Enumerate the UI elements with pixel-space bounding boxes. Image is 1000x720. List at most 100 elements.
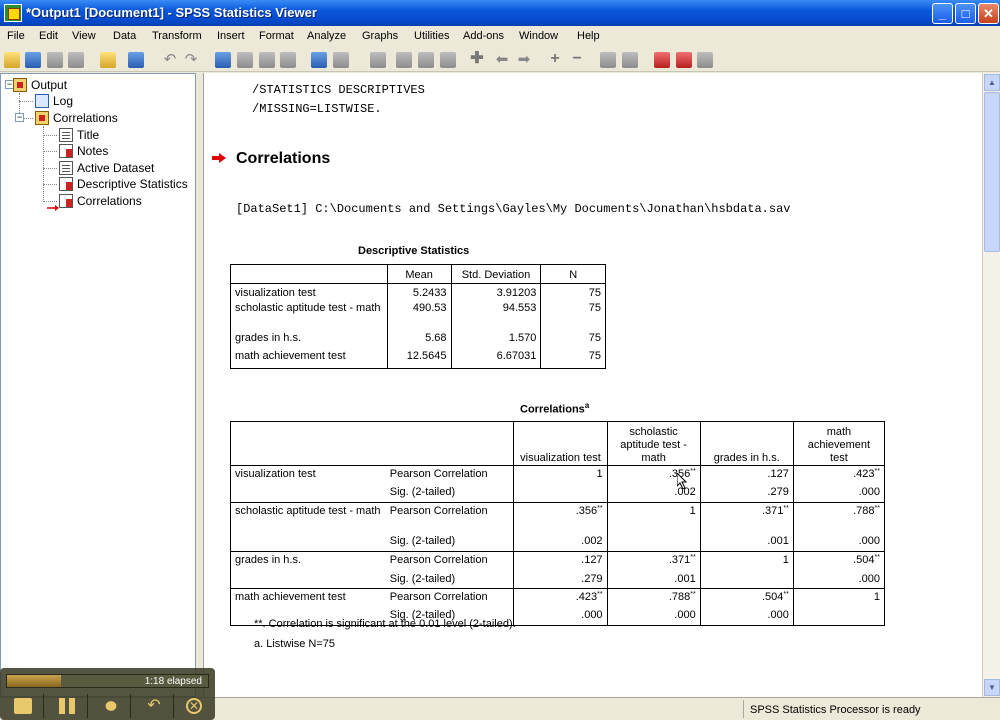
- redo-icon[interactable]: ↷: [183, 52, 199, 68]
- scroll-thumb[interactable]: [984, 92, 1000, 252]
- correlation-value: .423: [575, 591, 598, 603]
- correlation-cell[interactable]: 1: [606, 502, 701, 533]
- significance-cell[interactable]: .000: [792, 483, 885, 503]
- bookmark-icon[interactable]: [697, 52, 713, 68]
- cell: 6.67031: [450, 349, 541, 369]
- print-icon[interactable]: [47, 52, 63, 68]
- significance-cell[interactable]: [513, 483, 608, 503]
- correlation-cell[interactable]: .423**: [513, 588, 608, 607]
- menu-insert[interactable]: Insert: [217, 30, 245, 42]
- correlation-cell[interactable]: .788**: [606, 588, 701, 607]
- print-preview-icon[interactable]: [68, 52, 84, 68]
- demote-icon[interactable]: ➡: [516, 52, 532, 68]
- use-sets-icon[interactable]: [311, 52, 327, 68]
- promote-icon[interactable]: ⬅: [494, 52, 510, 68]
- show-icon[interactable]: [600, 52, 616, 68]
- significance-cell[interactable]: [792, 606, 885, 626]
- menu-add-ons[interactable]: Add-ons: [463, 30, 504, 42]
- pivot-icon[interactable]: [654, 52, 670, 68]
- insert-text-icon[interactable]: [440, 52, 456, 68]
- active-dataset-icon: [59, 161, 73, 175]
- collapse-correlations-toggle[interactable]: −: [15, 113, 24, 122]
- vertical-scrollbar[interactable]: ▲ ▼: [982, 73, 1000, 697]
- undo-icon[interactable]: ↶: [162, 52, 178, 68]
- menu-file[interactable]: File: [7, 30, 25, 42]
- hide-icon[interactable]: [622, 52, 638, 68]
- correlation-cell[interactable]: .127: [699, 465, 794, 484]
- significance-cell[interactable]: .000: [792, 570, 885, 589]
- significance-cell[interactable]: .002: [513, 532, 608, 552]
- open-icon[interactable]: [4, 52, 20, 68]
- cell: 75: [540, 301, 606, 332]
- significance-cell[interactable]: .279: [513, 570, 608, 589]
- designate-window-icon[interactable]: [370, 52, 386, 68]
- pane-splitter[interactable]: [196, 73, 203, 697]
- spss-app-icon[interactable]: [4, 4, 22, 22]
- menu-window[interactable]: Window: [519, 30, 558, 42]
- show-all-icon[interactable]: [333, 52, 349, 68]
- save-icon[interactable]: [25, 52, 41, 68]
- correlation-cell[interactable]: .504**: [699, 588, 794, 607]
- correlation-cell[interactable]: .371**: [606, 551, 701, 571]
- significance-cell[interactable]: .000: [792, 532, 885, 552]
- correlation-cell[interactable]: .356**: [513, 502, 608, 533]
- output-heading[interactable]: Correlations: [236, 150, 330, 168]
- menu-data[interactable]: Data: [113, 30, 136, 42]
- expand-plus-icon[interactable]: ✚: [469, 51, 485, 68]
- correlation-cell[interactable]: 1: [792, 588, 885, 607]
- correlations-table[interactable]: visualization test scholastic aptitude t…: [230, 421, 885, 626]
- menu-utilities[interactable]: Utilities: [414, 30, 449, 42]
- significance-cell[interactable]: .279: [699, 483, 794, 503]
- significance-cell[interactable]: .000: [606, 606, 701, 626]
- menu-help[interactable]: Help: [577, 30, 600, 42]
- correlation-cell[interactable]: .127: [513, 551, 608, 571]
- collapse-icon[interactable]: −: [569, 51, 585, 68]
- recording-progress-fill: [7, 675, 62, 687]
- significance-cell[interactable]: .001: [606, 570, 701, 589]
- goto-data-icon[interactable]: [215, 52, 231, 68]
- undo-recording-icon[interactable]: ↶: [145, 698, 163, 714]
- close-button[interactable]: ✕: [978, 3, 999, 24]
- corner-cell: [230, 421, 514, 466]
- menu-graphs[interactable]: Graphs: [362, 30, 398, 42]
- expand-icon[interactable]: +: [547, 51, 563, 68]
- microphone-icon[interactable]: [102, 698, 120, 714]
- menu-format[interactable]: Format: [259, 30, 294, 42]
- pause-icon[interactable]: [58, 698, 76, 714]
- goto-case-icon[interactable]: [237, 52, 253, 68]
- insert-heading-icon[interactable]: [396, 52, 412, 68]
- menu-transform[interactable]: Transform: [152, 30, 202, 42]
- significance-cell[interactable]: [606, 532, 701, 552]
- menu-analyze[interactable]: Analyze: [307, 30, 346, 42]
- menu-view[interactable]: View: [72, 30, 96, 42]
- menu-edit[interactable]: Edit: [39, 30, 58, 42]
- export-icon[interactable]: [100, 52, 116, 68]
- cancel-recording-icon[interactable]: ✕: [186, 698, 202, 714]
- correlation-cell[interactable]: 1: [513, 465, 608, 484]
- output-content-pane[interactable]: /STATISTICS DESCRIPTIVES /MISSING=LISTWI…: [203, 73, 982, 697]
- correlation-cell[interactable]: 1: [699, 551, 794, 571]
- significance-cell[interactable]: .000: [699, 606, 794, 626]
- significance-cell[interactable]: [699, 570, 794, 589]
- correlation-cell[interactable]: .788**: [792, 502, 885, 533]
- significance-cell[interactable]: .001: [699, 532, 794, 552]
- stop-icon[interactable]: [14, 698, 32, 714]
- pivot-trays-icon[interactable]: [676, 52, 692, 68]
- scroll-up-button[interactable]: ▲: [984, 74, 1000, 91]
- scroll-down-button[interactable]: ▼: [984, 679, 1000, 696]
- dataset-path[interactable]: [DataSet1] C:\Documents and Settings\Gay…: [236, 202, 791, 216]
- maximize-button[interactable]: □: [955, 3, 976, 24]
- correlation-cell[interactable]: .371**: [699, 502, 794, 533]
- minimize-button[interactable]: _: [932, 3, 953, 24]
- insert-title-icon[interactable]: [418, 52, 434, 68]
- descriptives-table[interactable]: Mean Std. Deviation N visualization test…: [230, 264, 606, 369]
- goto-variable-icon[interactable]: [259, 52, 275, 68]
- correlation-cell[interactable]: .504**: [792, 551, 885, 571]
- col-header: grades in h.s.: [699, 421, 794, 466]
- significance-cell[interactable]: .000: [513, 606, 608, 626]
- outline-pane[interactable]: − Output Log − Correlations Title Notes …: [0, 73, 196, 697]
- correlation-cell[interactable]: .423**: [792, 465, 885, 484]
- recall-dialog-icon[interactable]: [128, 52, 144, 68]
- variables-icon[interactable]: [280, 52, 296, 68]
- recording-progress-track[interactable]: 1:18 elapsed: [6, 674, 209, 688]
